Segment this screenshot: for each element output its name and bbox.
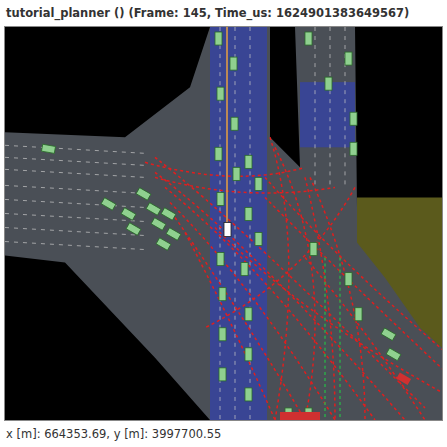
map-canvas[interactable]	[4, 26, 443, 421]
planner-window: tutorial_planner () (Frame: 145, Time_us…	[0, 0, 447, 447]
scene-map[interactable]	[5, 27, 442, 420]
window-title: tutorial_planner () (Frame: 145, Time_us…	[0, 0, 447, 26]
status-bar: x [m]: 664353.69, y [m]: 3997700.55	[0, 421, 447, 447]
